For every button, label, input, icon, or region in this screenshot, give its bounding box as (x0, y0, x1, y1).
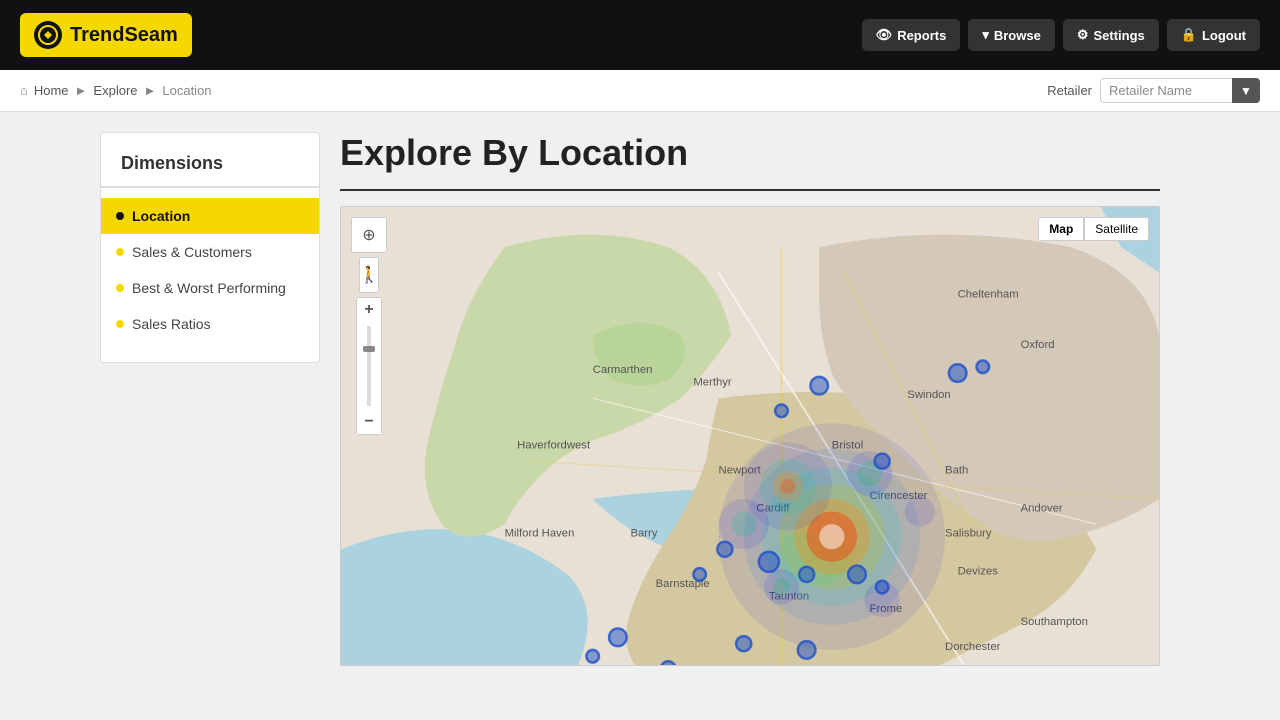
breadcrumb-separator-2: ► (144, 83, 157, 98)
svg-text:Oxford: Oxford (1021, 339, 1055, 351)
street-view-icon[interactable]: 🚶 (359, 257, 379, 293)
svg-text:Swindon: Swindon (907, 389, 950, 401)
nav-buttons: 👁 Reports ▾ Browse ⚙ Settings 🔒 Logout (862, 19, 1260, 51)
sidebar-item-location[interactable]: Location (101, 198, 319, 234)
sidebar-bullet-ratios (116, 320, 124, 328)
sidebar-item-sales-customers[interactable]: Sales & Customers (101, 234, 319, 270)
retailer-filter: Retailer Retailer Name ▼ (1047, 78, 1260, 103)
logo-icon (34, 21, 62, 49)
retailer-label: Retailer (1047, 83, 1092, 98)
svg-text:Bath: Bath (945, 465, 968, 477)
svg-text:Dorchester: Dorchester (945, 641, 1001, 653)
svg-text:Devizes: Devizes (958, 565, 999, 577)
main-content: Dimensions Location Sales & Customers Be… (90, 132, 1190, 666)
breadcrumb-location: Location (162, 83, 211, 98)
sidebar-item-location-label: Location (132, 208, 190, 224)
content-area: Explore By Location (320, 132, 1180, 666)
settings-button[interactable]: ⚙ Settings (1063, 19, 1159, 51)
zoom-slider: + − (356, 297, 382, 435)
map-controls: ⊕ 🚶 + − (351, 217, 387, 435)
sidebar-item-best-label: Best & Worst Performing (132, 280, 286, 296)
zoom-in-button[interactable]: + (357, 298, 381, 322)
svg-text:Southampton: Southampton (1021, 616, 1088, 628)
browse-icon: ▾ (982, 27, 989, 43)
reports-button[interactable]: 👁 Reports (862, 19, 961, 51)
app-header: TrendSeam 👁 Reports ▾ Browse ⚙ Settings … (0, 0, 1280, 70)
sidebar-item-best-worst[interactable]: Best & Worst Performing (101, 270, 319, 306)
breadcrumb-bar: ⌂ Home ► Explore ► Location Retailer Ret… (0, 70, 1280, 112)
home-icon: ⌂ (20, 83, 28, 98)
zoom-out-button[interactable]: − (357, 410, 381, 434)
map-type-map-button[interactable]: Map (1038, 217, 1084, 241)
svg-text:Andover: Andover (1021, 503, 1063, 515)
svg-text:Salisbury: Salisbury (945, 528, 992, 540)
logout-icon: 🔒 (1181, 27, 1197, 43)
sidebar-item-sales-ratios[interactable]: Sales Ratios (101, 306, 319, 342)
zoom-track (367, 326, 371, 406)
reports-icon: 👁 (876, 27, 893, 43)
sidebar-bullet-location (116, 212, 124, 220)
svg-text:Barry: Barry (630, 528, 657, 540)
breadcrumb-explore[interactable]: Explore (93, 83, 137, 98)
svg-text:Milford Haven: Milford Haven (505, 528, 575, 540)
svg-text:Haverfordwest: Haverfordwest (517, 440, 591, 452)
sidebar-item-ratios-label: Sales Ratios (132, 316, 211, 332)
sidebar-item-sales-label: Sales & Customers (132, 244, 252, 260)
zoom-thumb (363, 346, 375, 352)
svg-text:Carmarthen: Carmarthen (593, 364, 653, 376)
breadcrumb-home[interactable]: Home (34, 83, 69, 98)
sidebar: Dimensions Location Sales & Customers Be… (100, 132, 320, 363)
logo[interactable]: TrendSeam (20, 13, 192, 57)
breadcrumb: ⌂ Home ► Explore ► Location (20, 83, 212, 98)
settings-icon: ⚙ (1077, 27, 1089, 43)
sidebar-title: Dimensions (101, 153, 319, 188)
retailer-select-wrapper: Retailer Name ▼ (1100, 78, 1260, 103)
page-title: Explore By Location (340, 132, 1160, 174)
pan-control[interactable]: ⊕ (351, 217, 387, 253)
sidebar-bullet-best (116, 284, 124, 292)
map-type-satellite-button[interactable]: Satellite (1084, 217, 1149, 241)
svg-text:Merthyr: Merthyr (693, 377, 732, 389)
logo-text: TrendSeam (70, 24, 178, 47)
breadcrumb-separator-1: ► (75, 83, 88, 98)
map-background: Cheltenham Oxford Swindon Bristol Bath C… (341, 207, 1159, 665)
map-container[interactable]: Cheltenham Oxford Swindon Bristol Bath C… (340, 206, 1160, 666)
svg-text:Cheltenham: Cheltenham (958, 289, 1019, 301)
map-type-buttons: Map Satellite (1038, 217, 1149, 241)
footer (0, 686, 1280, 706)
logout-button[interactable]: 🔒 Logout (1167, 19, 1260, 51)
retailer-select[interactable]: Retailer Name (1100, 78, 1260, 103)
browse-button[interactable]: ▾ Browse (968, 19, 1055, 51)
sidebar-bullet-sales (116, 248, 124, 256)
title-divider (340, 189, 1160, 191)
